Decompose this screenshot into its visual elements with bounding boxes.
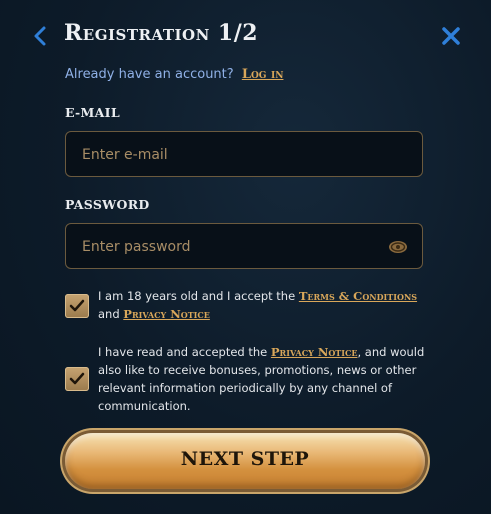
login-link[interactable]: Log in	[242, 67, 284, 82]
marketing-checkbox[interactable]	[65, 367, 89, 391]
eye-icon[interactable]	[388, 237, 408, 257]
email-field-container	[65, 131, 423, 178]
marketing-text: I have read and accepted the Privacy Not…	[98, 343, 428, 415]
next-step-label: NEXT STEP	[180, 448, 310, 470]
email-label: E-MAIL	[65, 105, 120, 120]
terms-conditions-link[interactable]: Terms & Conditions	[299, 289, 417, 303]
login-prompt: Already have an account? Log in	[65, 67, 283, 82]
login-prompt-text: Already have an account?	[65, 67, 234, 82]
header: Registration 1/2	[0, 0, 491, 70]
next-step-button[interactable]: NEXT STEP	[65, 433, 425, 489]
page-title: Registration 1/2	[64, 20, 259, 46]
password-field-container	[65, 223, 423, 270]
privacy-notice-link[interactable]: Privacy Notice	[123, 307, 210, 321]
password-input[interactable]	[80, 224, 384, 270]
terms-text: I am 18 years old and I accept the Terms…	[98, 287, 428, 323]
terms-text-mid: and	[98, 307, 124, 321]
close-icon[interactable]	[440, 25, 462, 47]
marketing-privacy-link[interactable]: Privacy Notice	[271, 345, 358, 359]
marketing-text-before: I have read and accepted the	[98, 345, 271, 359]
terms-text-before: I am 18 years old and I accept the	[98, 289, 299, 303]
password-label: PASSWORD	[65, 197, 150, 212]
email-input[interactable]	[80, 132, 384, 178]
terms-checkbox[interactable]	[65, 294, 89, 318]
back-arrow-icon[interactable]	[30, 24, 50, 48]
